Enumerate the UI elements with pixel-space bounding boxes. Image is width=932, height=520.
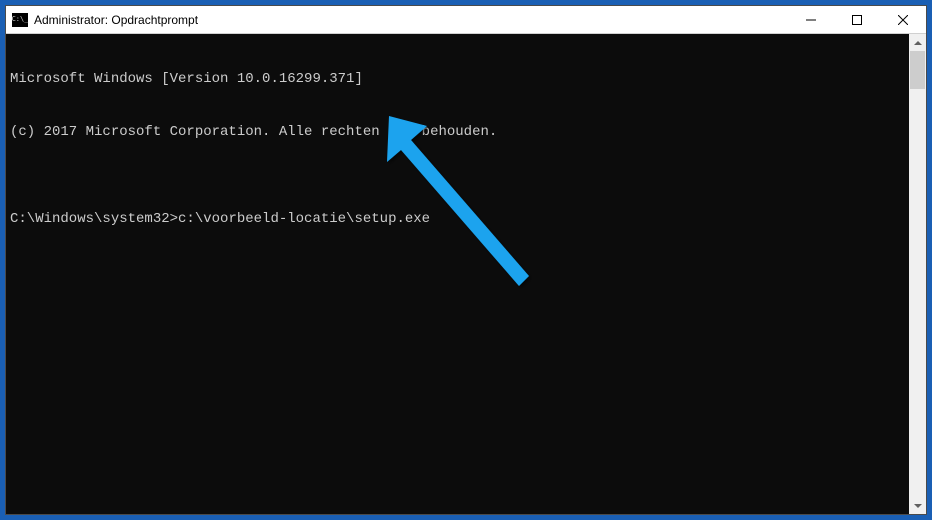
- prompt-path: C:\Windows\system32>: [10, 211, 178, 227]
- scroll-up-button[interactable]: [909, 34, 926, 51]
- cmd-icon: [12, 13, 28, 27]
- scroll-thumb[interactable]: [910, 51, 925, 89]
- prompt-line: C:\Windows\system32>c:\voorbeeld-locatie…: [10, 211, 909, 229]
- maximize-button[interactable]: [834, 6, 880, 33]
- terminal-output[interactable]: Microsoft Windows [Version 10.0.16299.37…: [6, 34, 909, 514]
- scroll-down-button[interactable]: [909, 497, 926, 514]
- scroll-track[interactable]: [909, 51, 926, 497]
- vertical-scrollbar[interactable]: [909, 34, 926, 514]
- typed-command: c:\voorbeeld-locatie\setup.exe: [178, 211, 430, 227]
- window-title: Administrator: Opdrachtprompt: [34, 13, 788, 27]
- minimize-button[interactable]: [788, 6, 834, 33]
- command-prompt-window: Administrator: Opdrachtprompt Microsoft …: [5, 5, 927, 515]
- titlebar[interactable]: Administrator: Opdrachtprompt: [6, 6, 926, 34]
- copyright-line: (c) 2017 Microsoft Corporation. Alle rec…: [10, 124, 909, 142]
- version-line: Microsoft Windows [Version 10.0.16299.37…: [10, 71, 909, 89]
- close-button[interactable]: [880, 6, 926, 33]
- content-area: Microsoft Windows [Version 10.0.16299.37…: [6, 34, 926, 514]
- window-controls: [788, 6, 926, 33]
